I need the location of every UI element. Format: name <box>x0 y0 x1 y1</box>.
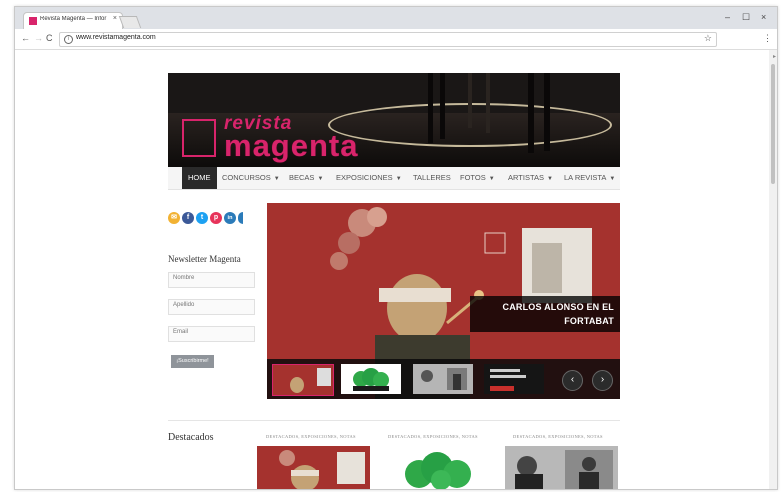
slide-caption[interactable]: CARLOS ALONSO EN EL FORTABAT <box>470 296 620 332</box>
caret-down-icon: ▼ <box>317 176 324 182</box>
new-tab-button[interactable] <box>118 16 142 28</box>
reload-icon[interactable]: C <box>46 33 53 43</box>
tab-strip: Revista Magenta — Infor × – ☐ × <box>15 7 777 30</box>
back-icon[interactable]: ← <box>21 33 30 43</box>
card-category[interactable]: DESTACADOS, EXPOSICIONES, NOTAS <box>513 434 603 439</box>
nav-item-artistas[interactable]: ARTISTAS ▼ <box>508 167 553 189</box>
card-image[interactable] <box>505 446 618 489</box>
email-icon[interactable]: ✉ <box>168 212 180 224</box>
caret-down-icon: ▼ <box>488 176 495 182</box>
forward-icon[interactable]: → <box>34 33 43 43</box>
nombre-field[interactable]: Nombre <box>168 272 255 288</box>
slide-caption-text: CARLOS ALONSO EN EL FORTABAT <box>502 302 614 326</box>
slider-next-button[interactable]: › <box>592 370 613 391</box>
maximize-icon[interactable]: ☐ <box>742 12 750 23</box>
main-nav: HOME CONCURSOS ▼ BECAS ▼ EXPOSICIONES ▼ TAL… <box>168 167 620 190</box>
slider-thumb[interactable] <box>484 364 544 394</box>
destacados-title: Destacados <box>168 432 214 443</box>
tab-title: Revista Magenta — Infor <box>40 16 107 22</box>
nav-item-concursos[interactable]: CONCURSOS ▼ <box>222 167 280 189</box>
facebook-icon[interactable]: f <box>182 212 194 224</box>
close-window-icon[interactable]: × <box>761 12 766 22</box>
caret-down-icon: ▼ <box>395 176 402 182</box>
slider-prev-button[interactable]: ‹ <box>562 370 583 391</box>
pinterest-icon[interactable]: p <box>210 212 222 224</box>
featured-slider[interactable]: CARLOS ALONSO EN EL FORTABAT ‹ › <box>267 203 620 399</box>
logo-mark-icon <box>182 119 216 157</box>
tab-close-icon[interactable]: × <box>113 15 117 22</box>
nav-item-becas[interactable]: BECAS ▼ <box>289 167 323 189</box>
section-divider <box>168 420 620 421</box>
caret-down-icon: ▼ <box>546 176 553 182</box>
logo-magenta: magenta <box>224 128 359 163</box>
newsletter-title: Newsletter Magenta <box>168 254 241 264</box>
more-social-icon[interactable] <box>238 212 243 224</box>
info-icon[interactable]: i <box>64 35 73 44</box>
nav-item-la-revista[interactable]: LA REVISTA ▼ <box>564 167 615 189</box>
subscribe-button[interactable]: ¡Suscribirme! <box>171 355 214 368</box>
scrollbar-thumb[interactable] <box>771 64 775 184</box>
caret-down-icon: ▼ <box>273 176 280 182</box>
nav-item-exposiciones[interactable]: EXPOSICIONES ▼ <box>336 167 402 189</box>
browser-toolbar: ← → C i www.revistamagenta.com ☆ ⋮ <box>15 29 777 50</box>
caret-down-icon: ▼ <box>609 176 616 182</box>
card-category[interactable]: DESTACADOS, EXPOSICIONES, NOTAS <box>266 434 356 439</box>
browser-menu-icon[interactable]: ⋮ <box>763 33 772 44</box>
linkedin-icon[interactable]: in <box>224 212 236 224</box>
card-category[interactable]: DESTACADOS, EXPOSICIONES, NOTAS <box>388 434 478 439</box>
favicon-icon <box>29 17 37 25</box>
nav-item-home[interactable]: HOME <box>182 167 217 189</box>
card-image[interactable] <box>381 446 494 489</box>
slider-thumb[interactable] <box>413 364 473 394</box>
twitter-icon[interactable]: t <box>196 212 208 224</box>
browser-tab[interactable]: Revista Magenta — Infor × <box>23 12 123 30</box>
minimize-icon[interactable]: – <box>725 12 730 22</box>
nav-item-fotos[interactable]: FOTOS ▼ <box>460 167 495 189</box>
slider-thumbnails: ‹ › <box>267 359 620 399</box>
apellido-field[interactable]: Apellido <box>168 299 255 315</box>
email-field[interactable]: Email <box>168 326 255 342</box>
header-banner[interactable]: revista magenta <box>168 73 620 167</box>
bookmark-star-icon[interactable]: ☆ <box>704 33 712 44</box>
scrollbar[interactable]: ▸ <box>769 50 777 489</box>
nav-item-talleres[interactable]: TALLERES <box>413 167 451 189</box>
card-image[interactable] <box>257 446 370 489</box>
address-bar[interactable]: i www.revistamagenta.com ☆ <box>59 32 717 47</box>
page-viewport: ▸ revista magenta HOME CONCURSOS ▼ BECAS ▼… <box>15 50 777 489</box>
url-text: www.revistamagenta.com <box>76 34 156 41</box>
scroll-up-icon[interactable]: ▸ <box>773 53 776 60</box>
slider-thumb[interactable] <box>341 364 401 394</box>
slider-thumb[interactable] <box>272 364 334 396</box>
browser-window: Revista Magenta — Infor × – ☐ × ← → C i … <box>14 6 778 490</box>
